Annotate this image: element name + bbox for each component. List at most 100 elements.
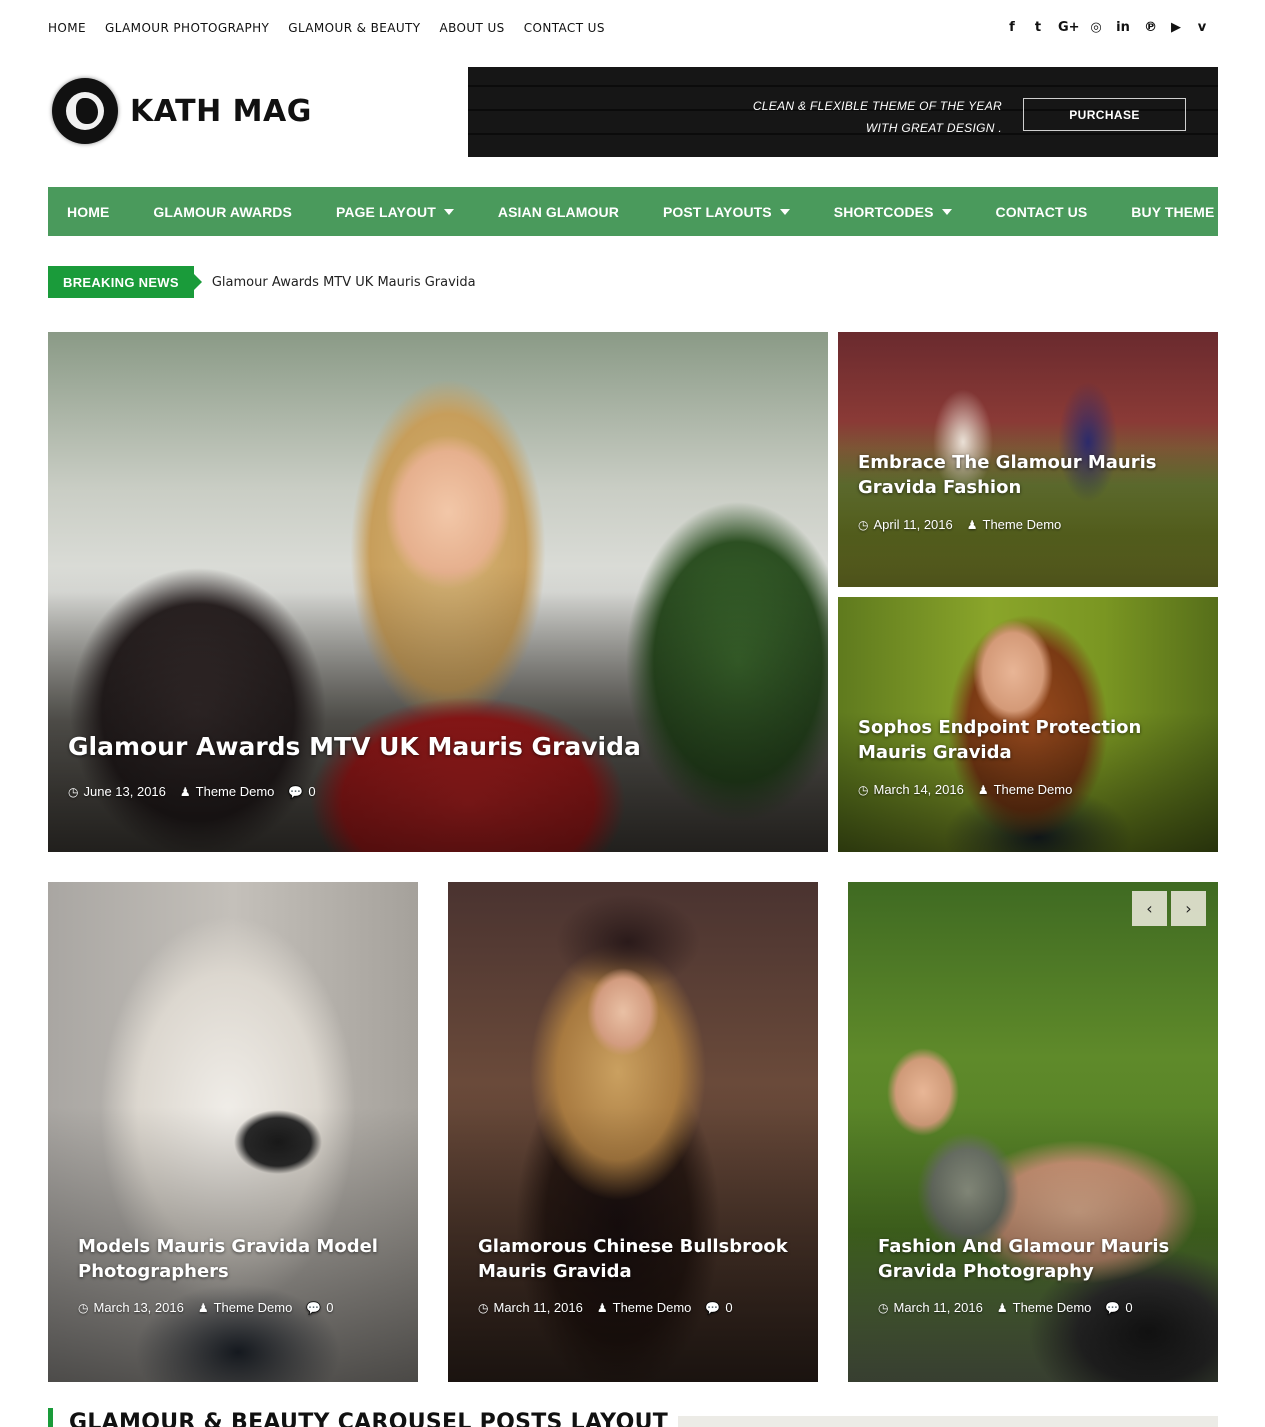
slider-next-button[interactable]: › <box>1171 891 1206 926</box>
post-date: ◷ March 11, 2016 <box>878 1300 983 1315</box>
header-banner[interactable]: CLEAN & FLEXIBLE THEME OF THE YEAR WITH … <box>468 67 1218 157</box>
post-meta: ◷ June 13, 2016 ♟ Theme Demo 💬 0 <box>68 784 316 799</box>
post-date-text: March 14, 2016 <box>873 782 964 797</box>
nav-item-asian-glamour[interactable]: ASIAN GLAMOUR <box>498 204 619 220</box>
site-logo[interactable]: KATH MAG <box>52 78 312 144</box>
caret-down-icon <box>941 208 952 215</box>
post-meta: ◷ March 11, 2016 ♟ Theme Demo 💬 0 <box>878 1300 1133 1315</box>
top-nav-about-us[interactable]: ABOUT US <box>440 21 505 35</box>
nav-label: CONTACT US <box>995 203 1088 220</box>
slider-prev-button[interactable]: ‹ <box>1132 891 1167 926</box>
nav-item-contact-us[interactable]: CONTACT US <box>996 204 1088 220</box>
featured-post-mid-right[interactable]: Sophos Endpoint Protection Mauris Gravid… <box>838 597 1218 852</box>
nav-item-shortcodes[interactable]: SHORTCODES <box>834 204 952 220</box>
clock-icon: ◷ <box>878 1300 889 1315</box>
post-title[interactable]: Glamour Awards MTV UK Mauris Gravida <box>68 732 808 761</box>
clock-icon: ◷ <box>858 517 869 532</box>
post-meta: ◷ March 13, 2016 ♟ Theme Demo 💬 0 <box>78 1300 334 1315</box>
breaking-news: BREAKING NEWS Glamour Awards MTV UK Maur… <box>48 266 476 298</box>
post-comments[interactable]: 💬 0 <box>1105 1300 1132 1315</box>
post-comments-count: 0 <box>308 784 316 799</box>
post-title[interactable]: Fashion And Glamour Mauris Gravida Photo… <box>878 1234 1188 1284</box>
top-nav-glamour-beauty[interactable]: GLAMOUR & BEAUTY <box>288 21 420 35</box>
user-icon: ♟ <box>977 782 989 797</box>
post-title[interactable]: Glamorous Chinese Bullsbrook Mauris Grav… <box>478 1234 788 1284</box>
social-links: f t G+ ◎ in ℗ ▶ v <box>1006 20 1218 35</box>
section-heading: GLAMOUR & BEAUTY CAROUSEL POSTS LAYOUT <box>48 1408 668 1427</box>
post-author-text: Theme Demo <box>612 1300 692 1315</box>
nav-item-page-layout[interactable]: PAGE LAYOUT <box>336 204 454 220</box>
clock-icon: ◷ <box>858 782 869 797</box>
caret-down-icon <box>779 208 790 215</box>
post-card-models[interactable]: Models Mauris Gravida Model Photographer… <box>48 882 418 1382</box>
post-comments[interactable]: 💬 0 <box>705 1300 732 1315</box>
featured-post-main[interactable]: Glamour Awards MTV UK Mauris Gravida ◷ Ju… <box>48 332 828 852</box>
linkedin-icon[interactable]: in <box>1116 20 1130 35</box>
top-nav-contact-us[interactable]: CONTACT US <box>524 21 605 35</box>
breaking-news-headline[interactable]: Glamour Awards MTV UK Mauris Gravida <box>212 275 476 290</box>
post-title[interactable]: Sophos Endpoint Protection Mauris Gravid… <box>858 715 1198 765</box>
user-icon: ♟ <box>596 1300 608 1315</box>
post-author[interactable]: ♟ Theme Demo <box>997 1300 1092 1315</box>
post-card-fashion-glamour[interactable]: Fashion And Glamour Mauris Gravida Photo… <box>848 882 1218 1382</box>
comments-icon: 💬 <box>288 784 304 799</box>
post-date: ◷ March 14, 2016 <box>858 782 964 797</box>
nav-item-glamour-awards[interactable]: GLAMOUR AWARDS <box>153 204 292 220</box>
post-author-text: Theme Demo <box>982 517 1062 532</box>
vimeo-icon[interactable]: v <box>1196 20 1208 35</box>
top-nav-home[interactable]: HOME <box>48 21 86 35</box>
post-date-text: April 11, 2016 <box>873 517 953 532</box>
post-comments-count: 0 <box>326 1300 334 1315</box>
post-meta: ◷ March 14, 2016 ♟ Theme Demo <box>858 782 1072 797</box>
pinterest-icon[interactable]: ℗ <box>1144 20 1157 35</box>
post-comments[interactable]: 💬 0 <box>288 784 315 799</box>
post-author[interactable]: ♟ Theme Demo <box>978 782 1073 797</box>
site-title: KATH MAG <box>130 93 312 129</box>
main-nav: HOME GLAMOUR AWARDS PAGE LAYOUT ASIAN GL… <box>48 187 1218 236</box>
youtube-icon[interactable]: ▶ <box>1170 20 1182 35</box>
banner-line-2: WITH GREAT DESIGN . <box>865 121 1002 135</box>
instagram-icon[interactable]: ◎ <box>1090 20 1102 35</box>
nav-item-buy-theme[interactable]: BUY THEME <box>1131 204 1214 220</box>
section-accent-bar <box>48 1408 53 1427</box>
comments-icon: 💬 <box>1105 1300 1121 1315</box>
post-author[interactable]: ♟ Theme Demo <box>597 1300 692 1315</box>
nav-label: ASIAN GLAMOUR <box>497 203 619 220</box>
post-author-text: Theme Demo <box>195 784 275 799</box>
twitter-icon[interactable]: t <box>1032 20 1044 35</box>
post-author[interactable]: ♟ Theme Demo <box>967 517 1062 532</box>
featured-post-top-right[interactable]: Embrace The Glamour Mauris Gravida Fashi… <box>838 332 1218 587</box>
chevron-left-icon: ‹ <box>1146 899 1153 918</box>
clock-icon: ◷ <box>68 784 79 799</box>
nav-label: GLAMOUR AWARDS <box>153 203 292 220</box>
top-bar: HOME GLAMOUR PHOTOGRAPHY GLAMOUR & BEAUT… <box>48 0 1218 55</box>
nav-label: POST LAYOUTS <box>662 203 772 220</box>
post-meta: ◷ April 11, 2016 ♟ Theme Demo <box>858 517 1061 532</box>
purchase-button[interactable]: PURCHASE <box>1023 98 1186 131</box>
chevron-right-icon: › <box>1185 899 1192 918</box>
post-comments-count: 0 <box>1125 1300 1133 1315</box>
user-icon: ♟ <box>179 784 191 799</box>
caret-down-icon <box>443 208 454 215</box>
top-nav: HOME GLAMOUR PHOTOGRAPHY GLAMOUR & BEAUT… <box>48 21 605 35</box>
google-plus-icon[interactable]: G+ <box>1058 20 1080 35</box>
post-card-glamorous-chinese[interactable]: Glamorous Chinese Bullsbrook Mauris Grav… <box>448 882 818 1382</box>
section-title: GLAMOUR & BEAUTY CAROUSEL POSTS LAYOUT <box>69 1410 669 1427</box>
nav-item-home[interactable]: HOME <box>67 204 109 220</box>
user-icon: ♟ <box>197 1300 209 1315</box>
nav-item-post-layouts[interactable]: POST LAYOUTS <box>663 204 790 220</box>
post-comments[interactable]: 💬 0 <box>306 1300 333 1315</box>
post-title[interactable]: Embrace The Glamour Mauris Gravida Fashi… <box>858 450 1198 500</box>
post-author-text: Theme Demo <box>993 782 1073 797</box>
post-title[interactable]: Models Mauris Gravida Model Photographer… <box>78 1234 388 1284</box>
post-comments-count: 0 <box>725 1300 733 1315</box>
facebook-icon[interactable]: f <box>1006 20 1018 35</box>
comments-icon: 💬 <box>705 1300 721 1315</box>
post-date-text: March 11, 2016 <box>493 1300 583 1315</box>
post-date-text: June 13, 2016 <box>83 784 166 799</box>
post-author[interactable]: ♟ Theme Demo <box>180 784 275 799</box>
breaking-news-label: BREAKING NEWS <box>48 266 202 298</box>
top-nav-glamour-photography[interactable]: GLAMOUR PHOTOGRAPHY <box>105 21 269 35</box>
post-author[interactable]: ♟ Theme Demo <box>198 1300 293 1315</box>
post-date: ◷ June 13, 2016 <box>68 784 166 799</box>
